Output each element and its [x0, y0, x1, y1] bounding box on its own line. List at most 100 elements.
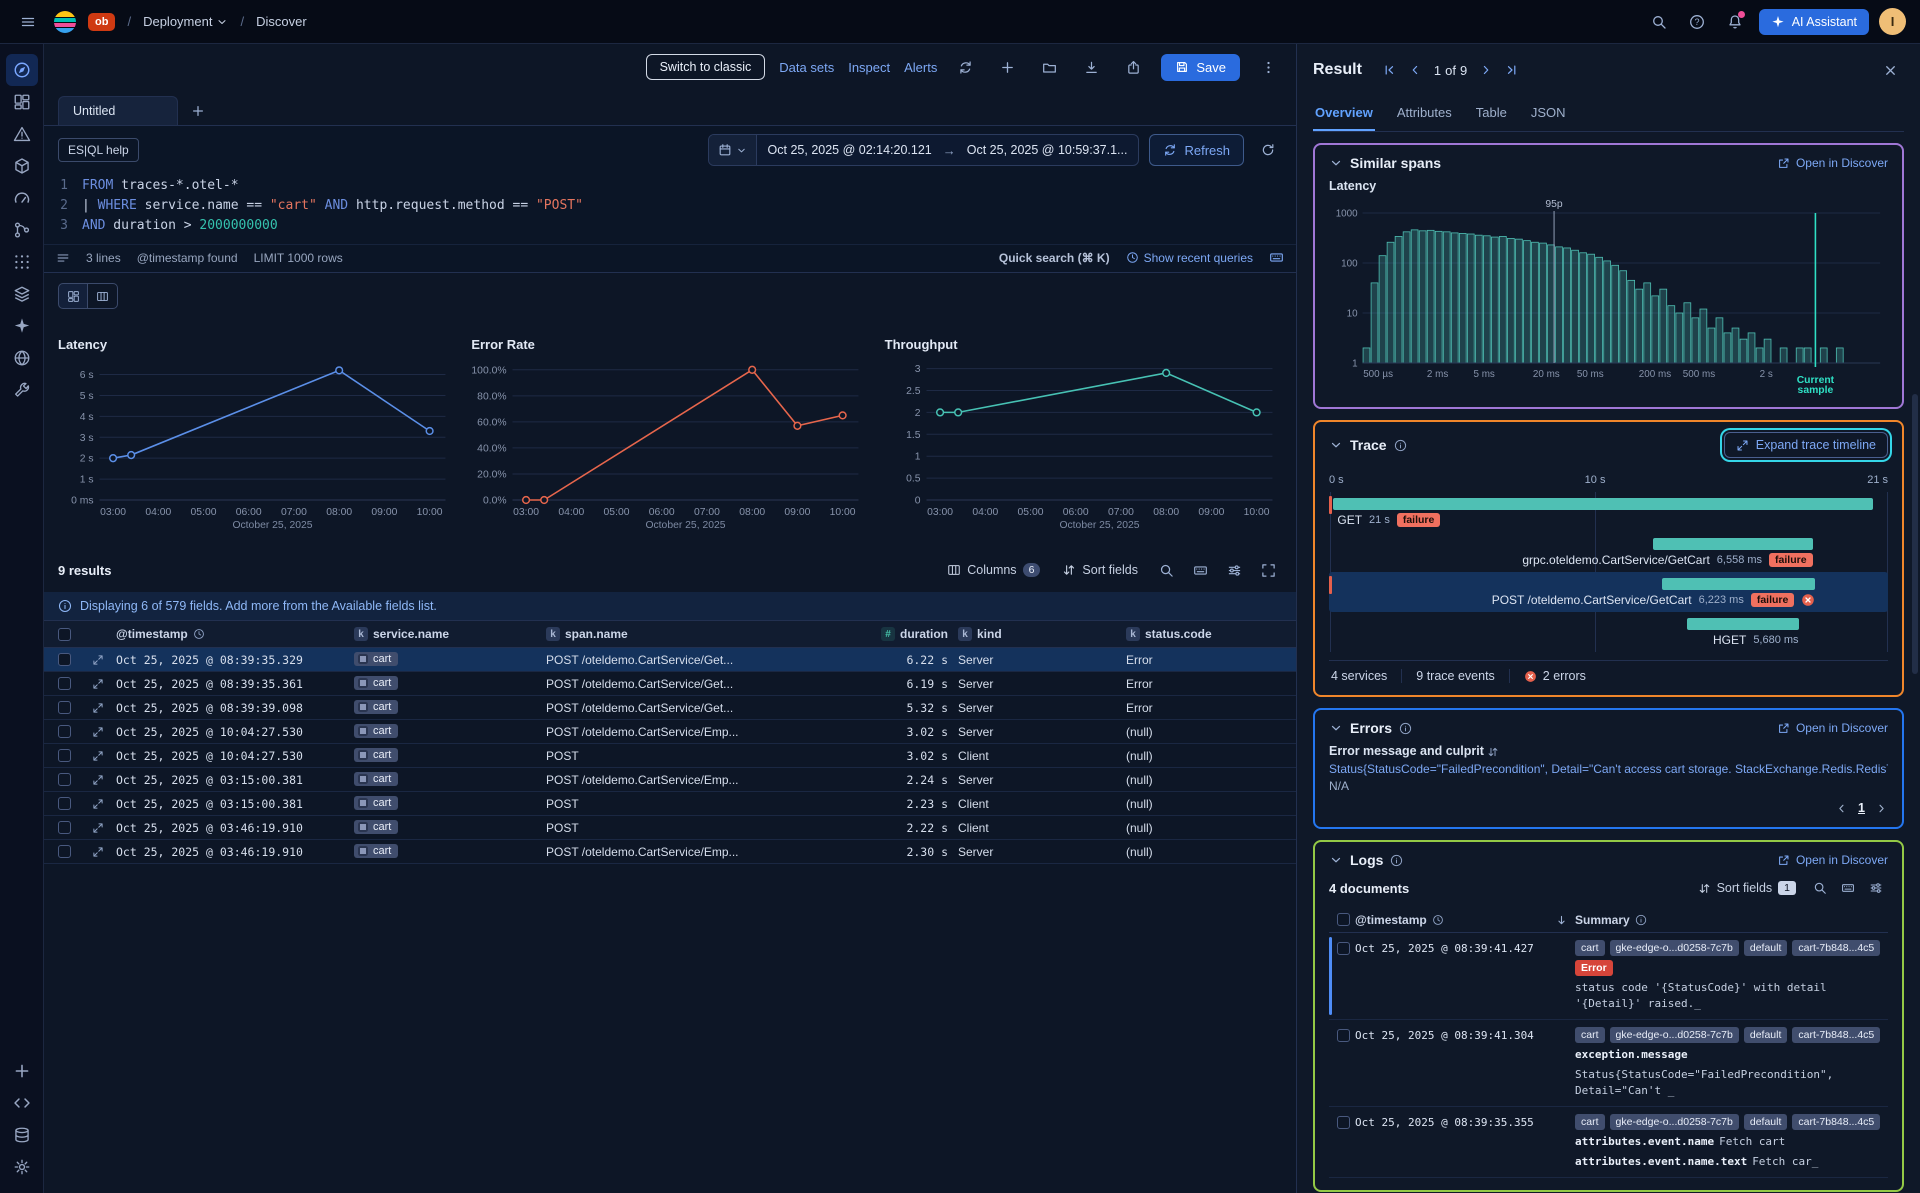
alerts-link[interactable]: Alerts	[904, 60, 937, 75]
first-page-icon[interactable]	[1378, 59, 1400, 81]
esql-editor[interactable]: 1FROM traces-*.otel-*2| WHERE service.na…	[44, 170, 1296, 244]
info-icon[interactable]	[1399, 722, 1412, 735]
service-badge[interactable]: cart	[354, 676, 398, 690]
last-page-icon[interactable]	[1501, 59, 1523, 81]
refresh-button[interactable]: Refresh	[1149, 134, 1244, 166]
column-header-status.code[interactable]: kstatus.code	[1126, 627, 1296, 641]
new-session-icon[interactable]	[993, 53, 1021, 81]
errors-page-number[interactable]: 1	[1858, 801, 1865, 815]
select-all-checkbox[interactable]	[58, 628, 71, 641]
keyboard-icon[interactable]	[1269, 250, 1284, 265]
service-badge[interactable]: cart	[354, 796, 398, 810]
errors-column-header[interactable]: Error message and culprit	[1329, 744, 1888, 758]
table-row[interactable]: Oct 25, 2025 @ 10:04:27.530cartPOST3.02 …	[44, 744, 1296, 768]
table-row[interactable]: Oct 25, 2025 @ 03:46:19.910cartPOST2.22 …	[44, 816, 1296, 840]
sidebar-item-stack[interactable]	[6, 278, 38, 310]
start-time[interactable]: Oct 25, 2025 @ 02:14:20.121	[757, 143, 943, 157]
column-header-timestamp[interactable]: @timestamp	[116, 627, 354, 641]
sidebar-item-data-management[interactable]	[6, 1119, 38, 1151]
logs-search-icon[interactable]	[1808, 876, 1832, 900]
log-row[interactable]: Oct 25, 2025 @ 08:39:35.355cartgke-edge-…	[1329, 1107, 1888, 1178]
sidebar-item-discover[interactable]	[6, 54, 38, 86]
error-circle-icon[interactable]	[1801, 593, 1815, 607]
latency-histogram[interactable]: 1000100101500 µs2 ms5 ms20 ms50 ms200 ms…	[1329, 195, 1888, 395]
chevron-down-icon[interactable]	[1329, 438, 1343, 452]
trace-span-row[interactable]: grpc.oteldemo.CartService/GetCart6,558 m…	[1329, 532, 1888, 572]
trace-span-row[interactable]: GET21 sfailure	[1329, 492, 1888, 532]
prev-page-icon[interactable]	[1404, 59, 1426, 81]
table-row[interactable]: Oct 25, 2025 @ 08:39:39.098cartPOST /ote…	[44, 696, 1296, 720]
notifications-bell-icon[interactable]	[1721, 8, 1749, 36]
tab-overview[interactable]: Overview	[1313, 96, 1375, 131]
sidebar-item-infrastructure[interactable]	[6, 150, 38, 182]
tab-untitled[interactable]: Untitled	[58, 96, 178, 125]
row-checkbox[interactable]	[58, 701, 71, 714]
service-badge[interactable]: cart	[354, 820, 398, 834]
table-row[interactable]: Oct 25, 2025 @ 10:04:27.530cartPOST /ote…	[44, 720, 1296, 744]
recent-queries-link[interactable]: Show recent queries	[1126, 251, 1253, 265]
sort-direction-icon[interactable]	[1555, 914, 1568, 927]
expand-row-icon[interactable]	[86, 677, 116, 691]
next-page-icon[interactable]	[1875, 802, 1888, 815]
row-checkbox[interactable]	[1337, 1029, 1350, 1042]
trace-span-bar[interactable]	[1662, 578, 1816, 590]
expand-row-icon[interactable]	[86, 749, 116, 763]
chevron-down-icon[interactable]	[1329, 156, 1343, 170]
switch-to-classic-button[interactable]: Switch to classic	[646, 54, 766, 80]
open-folder-icon[interactable]	[1035, 53, 1063, 81]
chevron-down-icon[interactable]	[1329, 721, 1343, 735]
row-checkbox[interactable]	[1337, 1116, 1350, 1129]
sidebar-item-synthetics[interactable]	[6, 342, 38, 374]
sidebar-item-add[interactable]	[6, 1055, 38, 1087]
service-badge[interactable]: cart	[354, 700, 398, 714]
prev-page-icon[interactable]	[1835, 802, 1848, 815]
row-checkbox[interactable]	[58, 653, 71, 666]
help-icon[interactable]	[1683, 8, 1711, 36]
breadcrumb-deployment[interactable]: Deployment	[143, 14, 228, 29]
save-button[interactable]: Save	[1161, 54, 1240, 81]
columns-button[interactable]: Columns 6	[939, 559, 1048, 581]
kebab-menu-icon[interactable]	[1254, 53, 1282, 81]
sidebar-item-alerts[interactable]	[6, 118, 38, 150]
table-row[interactable]: Oct 25, 2025 @ 03:46:19.910cartPOST /ote…	[44, 840, 1296, 864]
expand-row-icon[interactable]	[86, 701, 116, 715]
trace-span-row[interactable]: HGET5,680 ms	[1329, 612, 1888, 652]
open-in-discover-link[interactable]: Open in Discover	[1777, 853, 1888, 867]
expand-row-icon[interactable]	[86, 773, 116, 787]
info-icon[interactable]	[1390, 854, 1403, 867]
select-all-checkbox[interactable]	[1337, 913, 1350, 926]
chart-panel-toggle[interactable]	[58, 283, 88, 309]
row-checkbox[interactable]	[58, 725, 71, 738]
log-row[interactable]: Oct 25, 2025 @ 08:39:41.427cartgke-edge-…	[1329, 933, 1888, 1020]
row-checkbox[interactable]	[58, 845, 71, 858]
share-icon[interactable]	[1119, 53, 1147, 81]
table-row[interactable]: Oct 25, 2025 @ 03:15:00.381cartPOST2.23 …	[44, 792, 1296, 816]
menu-icon[interactable]	[14, 8, 42, 36]
info-icon[interactable]	[1394, 439, 1407, 452]
latency-line-chart[interactable]: 6 s5 s4 s3 s2 s1 s0 ms03:0004:0005:0006:…	[58, 354, 455, 530]
column-header-span.name[interactable]: kspan.name	[546, 627, 858, 641]
open-in-discover-link[interactable]: Open in Discover	[1777, 721, 1888, 735]
trace-span-bar[interactable]	[1687, 618, 1799, 630]
calendar-dropdown[interactable]	[709, 135, 757, 165]
error-rate-line-chart[interactable]: 100.0%80.0%60.0%40.0%20.0%0.0%03:0004:00…	[471, 354, 868, 530]
fullscreen-icon[interactable]	[1254, 556, 1282, 584]
inspect-link[interactable]: Inspect	[848, 60, 890, 75]
table-row[interactable]: Oct 25, 2025 @ 03:15:00.381cartPOST /ote…	[44, 768, 1296, 792]
close-icon[interactable]	[1876, 56, 1904, 84]
tab-attributes[interactable]: Attributes	[1395, 96, 1454, 131]
expand-trace-timeline-button[interactable]: Expand trace timeline	[1724, 432, 1888, 458]
sidebar-item-apm[interactable]	[6, 182, 38, 214]
service-badge[interactable]: cart	[354, 772, 398, 786]
add-tab-icon[interactable]	[184, 97, 212, 125]
sync-cycle-icon[interactable]	[951, 53, 979, 81]
end-time[interactable]: Oct 25, 2025 @ 10:59:37.1...	[956, 143, 1139, 157]
project-badge[interactable]: ob	[88, 13, 115, 31]
throughput-line-chart[interactable]: 32.521.510.5003:0004:0005:0006:0007:0008…	[885, 354, 1282, 530]
expand-row-icon[interactable]	[86, 845, 116, 859]
logs-sort-fields-button[interactable]: Sort fields 1	[1690, 877, 1804, 899]
avatar[interactable]: I	[1879, 8, 1906, 35]
flyout-scrollbar[interactable]	[1912, 394, 1918, 674]
keyboard-icon[interactable]	[1186, 556, 1214, 584]
log-row[interactable]: Oct 25, 2025 @ 08:39:41.304cartgke-edge-…	[1329, 1020, 1888, 1107]
